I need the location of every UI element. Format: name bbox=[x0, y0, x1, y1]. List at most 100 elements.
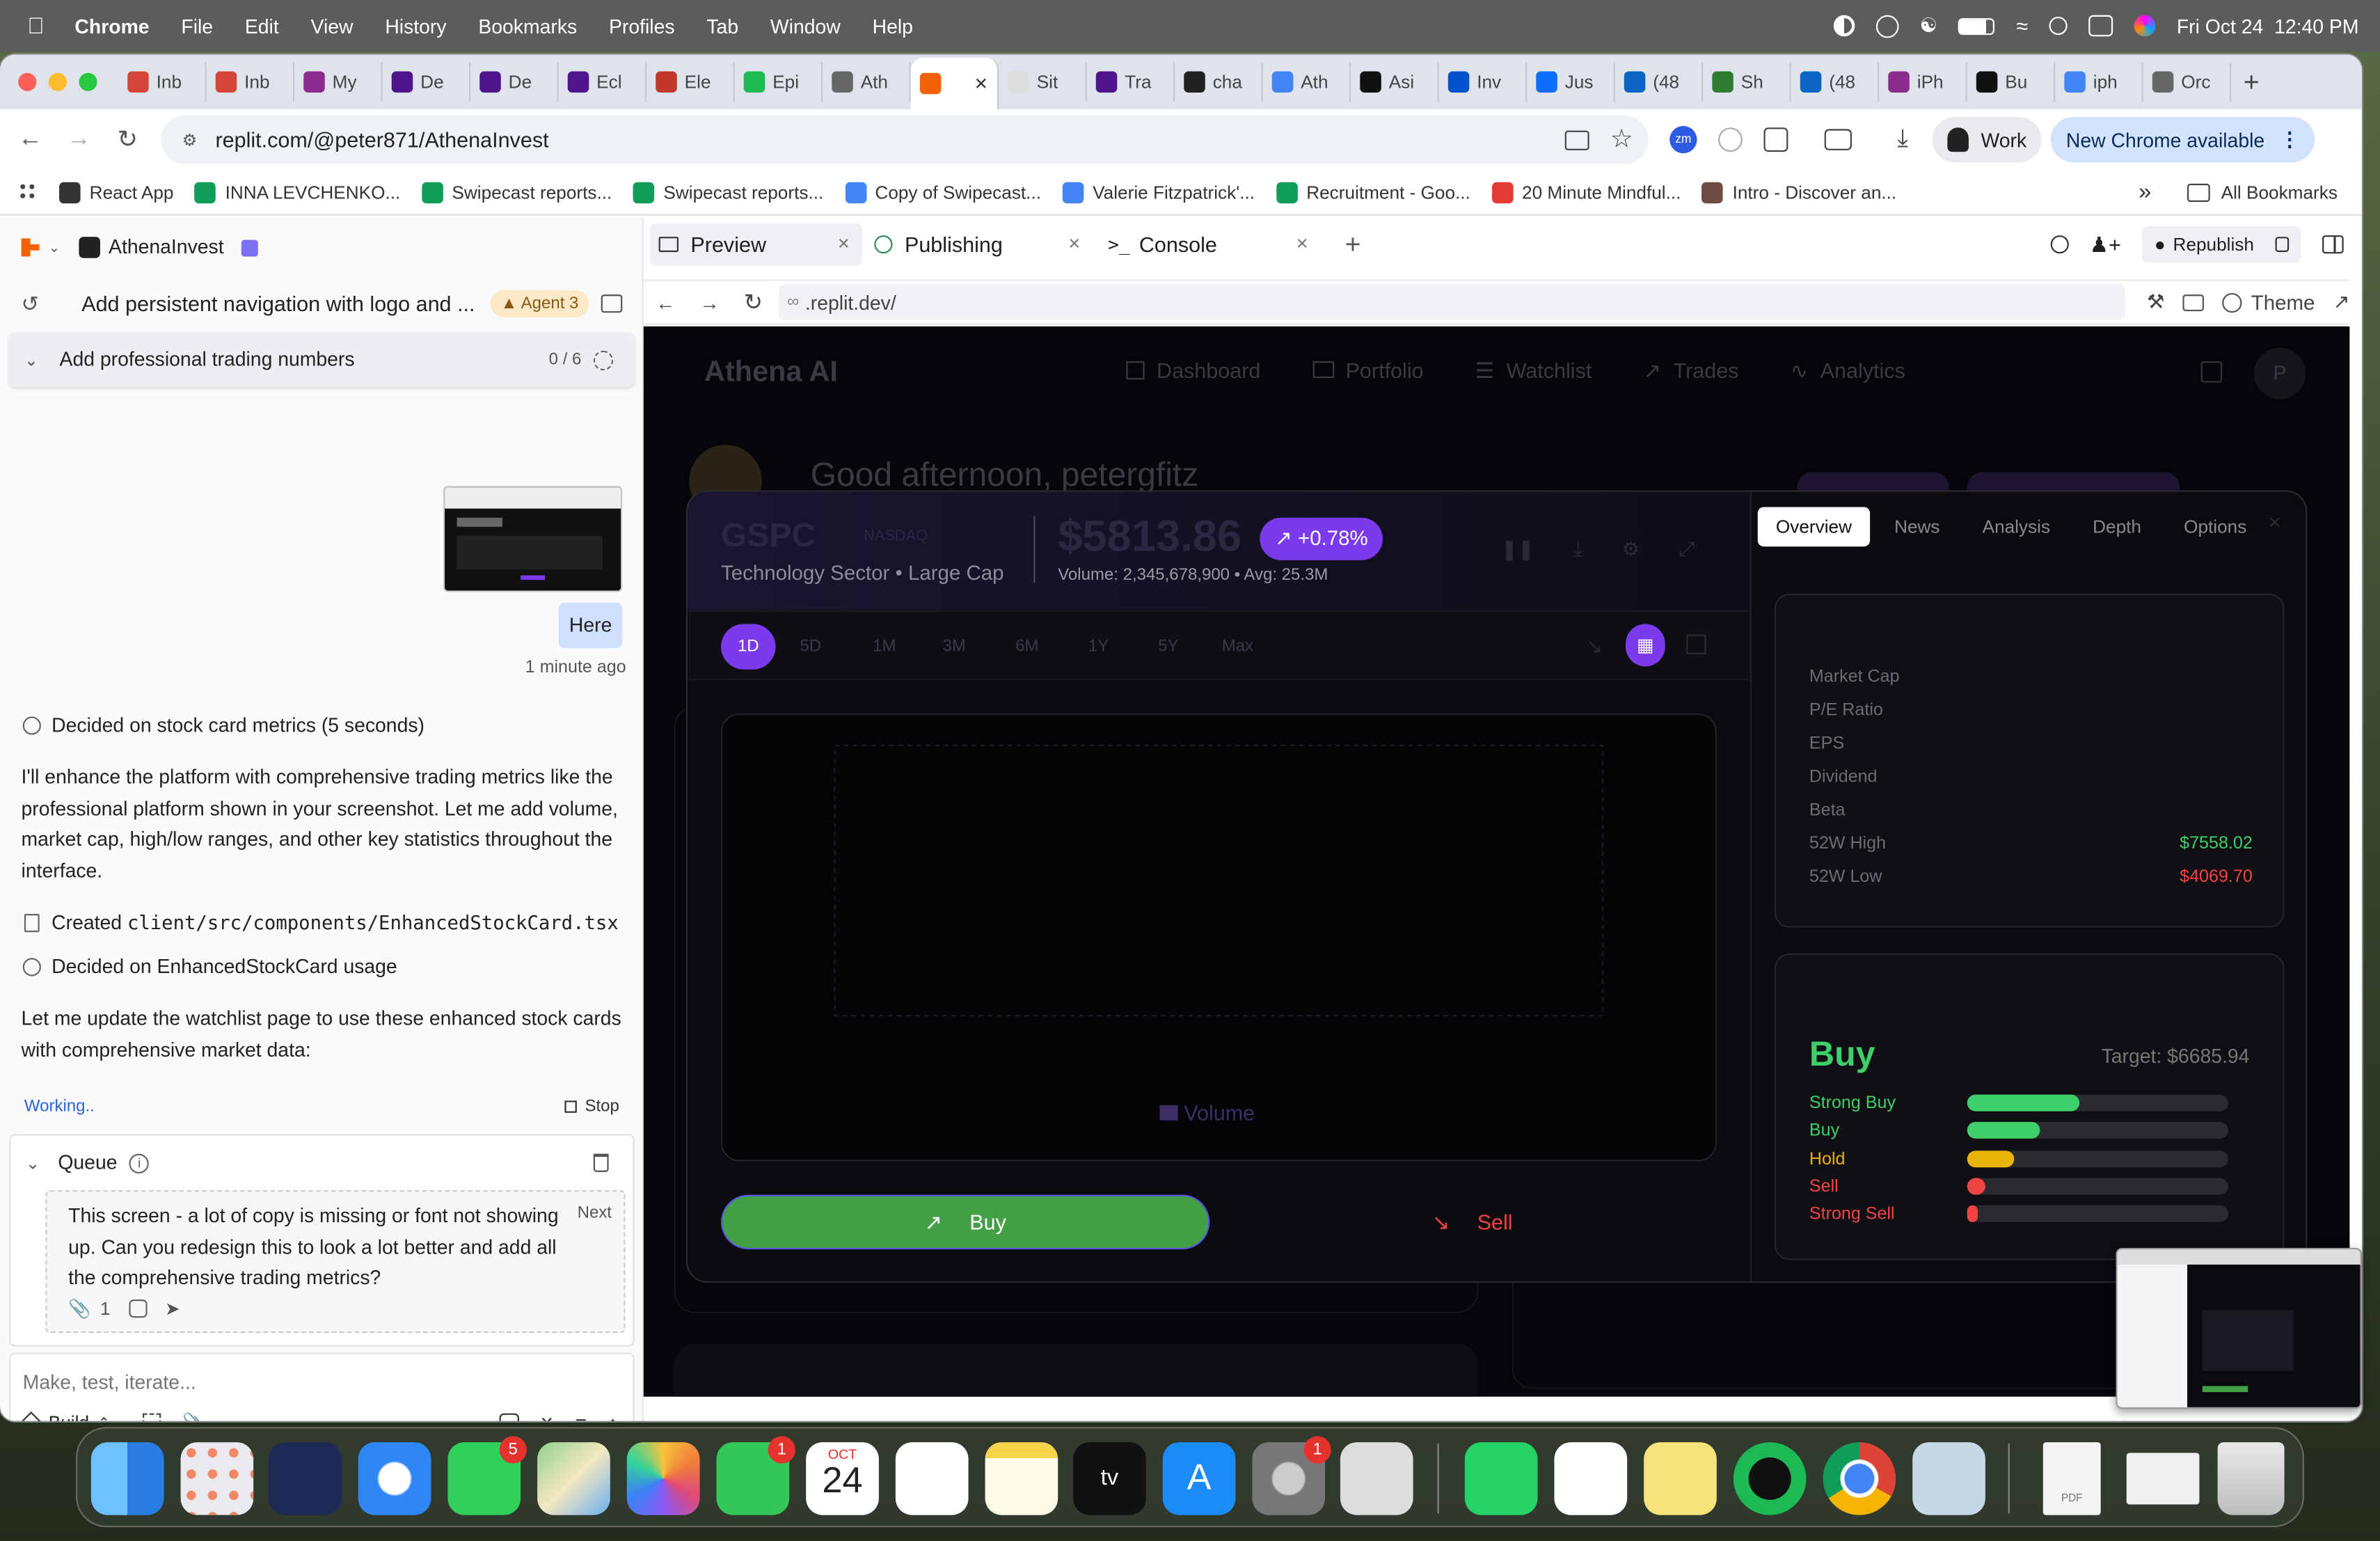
bookmark-item[interactable]: Valerie Fitzpatrick'... bbox=[1062, 181, 1255, 203]
menu-tab[interactable]: Tab bbox=[706, 15, 738, 38]
close-tab-icon-3[interactable]: ✕ bbox=[1296, 236, 1308, 253]
preview-reload-icon[interactable]: ↻ bbox=[744, 288, 763, 316]
facetime-icon[interactable]: 1 bbox=[716, 1436, 795, 1515]
close-tab-icon[interactable]: ✕ bbox=[974, 74, 988, 93]
close-modal-icon[interactable]: ✕ bbox=[2268, 513, 2282, 532]
puzzle-icon[interactable] bbox=[1763, 127, 1788, 152]
reload-icon[interactable]: ↻ bbox=[103, 125, 152, 155]
replit-logo-icon[interactable] bbox=[21, 238, 40, 257]
trash-icon[interactable] bbox=[593, 1153, 609, 1172]
messages-icon[interactable]: 5 bbox=[447, 1436, 527, 1515]
decision-line-1[interactable]: Decided on stock card metrics (5 seconds… bbox=[51, 710, 425, 741]
browser-tab[interactable]: Ath bbox=[823, 62, 911, 102]
theme-button[interactable]: Theme bbox=[2251, 291, 2315, 314]
stop-button[interactable]: Stop bbox=[565, 1098, 619, 1116]
browser-tab[interactable]: Sit bbox=[999, 62, 1087, 102]
open-external-icon[interactable]: ↗ bbox=[2333, 290, 2350, 315]
system-settings-icon[interactable]: 1 bbox=[1252, 1436, 1331, 1515]
browser-tab[interactable]: Epi bbox=[735, 62, 823, 102]
created-file-path[interactable]: client/src/components/EnhancedStockCard.… bbox=[127, 908, 619, 939]
send-icon[interactable]: ↑ bbox=[608, 1412, 618, 1421]
omnibox[interactable]: ⚙ replit.com/@peter871/AthenaInvest ☆ bbox=[161, 115, 1649, 164]
browser-tab[interactable]: Jus bbox=[1527, 62, 1615, 102]
menu-app-name[interactable]: Chrome bbox=[74, 15, 149, 38]
new-tab-icon[interactable]: + bbox=[2244, 66, 2260, 98]
zoom-window-button[interactable] bbox=[79, 72, 97, 91]
close-window-button[interactable] bbox=[18, 72, 37, 91]
devtools-icon[interactable]: ⚒ bbox=[2147, 290, 2164, 315]
app-brand[interactable]: Athena AI bbox=[704, 357, 838, 390]
menu-edit[interactable]: Edit bbox=[245, 15, 279, 38]
preview-back-icon[interactable]: ← bbox=[656, 291, 675, 314]
bookmarks-overflow-icon[interactable]: » bbox=[2139, 179, 2151, 205]
volume-toggle-icon[interactable]: ▦ bbox=[1625, 624, 1665, 667]
battery-icon[interactable] bbox=[1958, 17, 1995, 35]
menu-help[interactable]: Help bbox=[873, 15, 913, 38]
accessibility-icon[interactable]: ☯ bbox=[1920, 14, 1937, 38]
history-icon[interactable]: ↺ bbox=[22, 291, 40, 317]
project-name[interactable]: AthenaInvest bbox=[109, 232, 224, 263]
calendar-icon[interactable]: OCT 24 bbox=[806, 1442, 879, 1515]
menu-file[interactable]: File bbox=[181, 15, 213, 38]
side-tab-depth[interactable]: Depth bbox=[2074, 507, 2159, 546]
info-icon[interactable]: i bbox=[129, 1153, 150, 1173]
finder-icon[interactable] bbox=[90, 1442, 164, 1515]
task-list-header[interactable]: ⌄ Add professional trading numbers 0 / 6 bbox=[9, 332, 635, 388]
screenshot-thumbnail[interactable] bbox=[443, 485, 623, 592]
split-pane-icon[interactable] bbox=[2322, 235, 2344, 254]
bookmark-item[interactable]: Swipecast reports... bbox=[421, 181, 612, 203]
forward-icon[interactable]: → bbox=[55, 126, 104, 153]
tab-console[interactable]: >_ Console ✕ bbox=[1108, 232, 1308, 257]
whatsapp-icon[interactable] bbox=[1464, 1442, 1538, 1515]
spotify-icon[interactable] bbox=[1733, 1442, 1807, 1515]
menu-bookmarks[interactable]: Bookmarks bbox=[478, 15, 577, 38]
zoom-extension-icon[interactable]: zm bbox=[1669, 126, 1697, 154]
nav-trades[interactable]: ↗ Trades bbox=[1644, 358, 1739, 384]
download-icon[interactable]: ⤓ bbox=[1897, 126, 1907, 153]
apple-icon[interactable]:  bbox=[27, 13, 45, 39]
queued-message[interactable]: This screen - a lot of copy is missing o… bbox=[45, 1190, 626, 1334]
browser-tab[interactable]: Inb bbox=[207, 62, 295, 102]
clear-icon[interactable]: ✕ bbox=[540, 1414, 554, 1421]
menu-history[interactable]: History bbox=[385, 15, 446, 38]
fullscreen-icon[interactable]: ⤢ bbox=[1679, 537, 1695, 562]
browser-tab[interactable]: Inv bbox=[1439, 62, 1528, 102]
sliders-icon[interactable]: ≡ bbox=[575, 1412, 587, 1421]
browser-tab[interactable]: (48 bbox=[1615, 62, 1704, 102]
app-store-icon[interactable]: A bbox=[1162, 1442, 1236, 1515]
tab-preview[interactable]: Preview ✕ bbox=[649, 223, 862, 266]
browser-tab[interactable]: Inb bbox=[118, 62, 207, 102]
logo-dropdown-icon[interactable]: ⌄ bbox=[49, 239, 60, 256]
bookmark-item[interactable]: INNA LEVCHENKO... bbox=[195, 181, 400, 203]
maps-icon[interactable] bbox=[537, 1442, 610, 1515]
build-mode-button[interactable]: Build ⌃ bbox=[19, 1410, 110, 1421]
browser-tab[interactable]: De bbox=[383, 62, 471, 102]
timeframe-1d[interactable]: 1D bbox=[721, 624, 776, 670]
chevron-down-icon[interactable]: ⌄ bbox=[24, 350, 38, 370]
timeframe-6m[interactable]: 6M bbox=[1015, 624, 1038, 669]
menu-profiles[interactable]: Profiles bbox=[609, 15, 675, 38]
buy-button[interactable]: ↗ Buy bbox=[721, 1194, 1210, 1250]
site-info-icon[interactable]: ⚙ bbox=[182, 129, 198, 150]
responsive-icon[interactable] bbox=[2182, 294, 2205, 311]
browser-tab[interactable]: Orc bbox=[2143, 62, 2232, 102]
browser-tab[interactable]: ✕ bbox=[910, 57, 999, 110]
play-icon[interactable] bbox=[1875, 14, 1898, 38]
republish-button[interactable]: ● Republish bbox=[2142, 226, 2301, 263]
new-chat-icon[interactable] bbox=[601, 294, 623, 313]
chat-input[interactable] bbox=[22, 1363, 615, 1400]
sell-button[interactable]: ↘ Sell bbox=[1228, 1195, 1717, 1250]
timeframe-1m[interactable]: 1M bbox=[873, 624, 896, 669]
agent-badge[interactable]: ▲ Agent 3 bbox=[490, 290, 589, 317]
bookmark-item[interactable]: React App bbox=[59, 181, 173, 203]
bookmark-item[interactable]: Swipecast reports... bbox=[633, 181, 823, 203]
browser-tab[interactable]: (48 bbox=[1791, 62, 1880, 102]
user-avatar[interactable]: P bbox=[2253, 347, 2306, 400]
preview-url-field[interactable]: ∞ .replit.dev/ bbox=[777, 283, 2126, 321]
grid-menu-icon[interactable] bbox=[2200, 361, 2223, 383]
browser-tab[interactable]: My bbox=[294, 62, 383, 102]
line-chart-icon[interactable]: ↘ bbox=[1586, 635, 1603, 659]
contrast-icon[interactable] bbox=[1833, 15, 1855, 37]
photos-icon[interactable] bbox=[626, 1442, 700, 1515]
table-icon[interactable] bbox=[1686, 634, 1706, 655]
